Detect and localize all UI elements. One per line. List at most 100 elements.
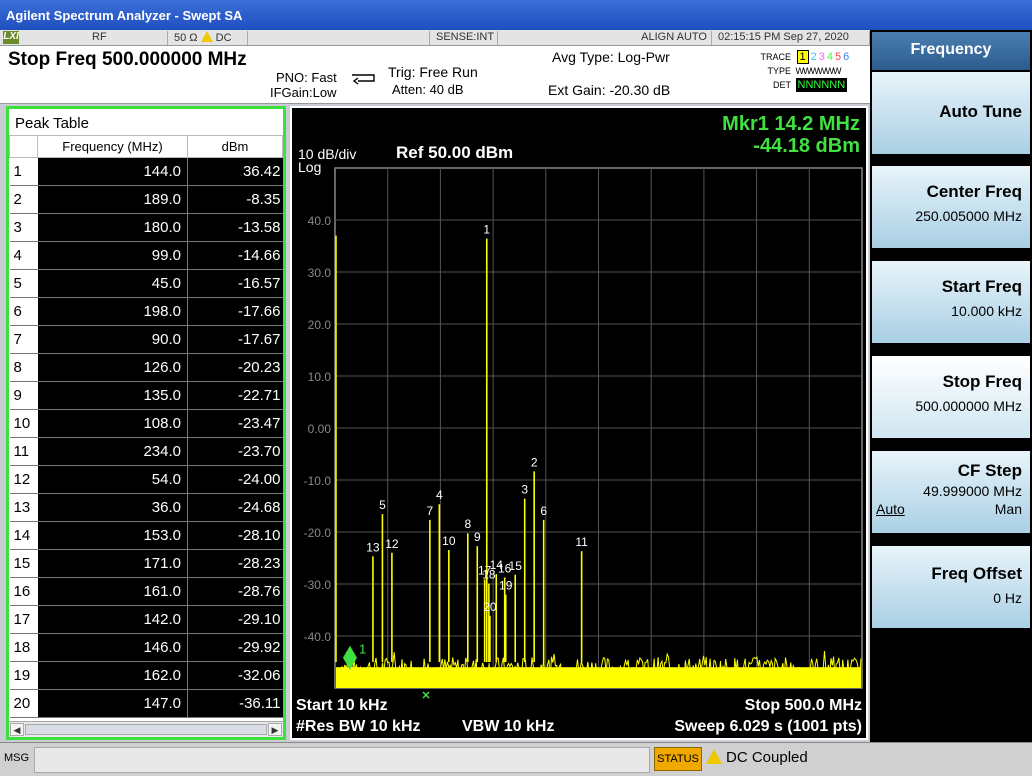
scroll-right-icon[interactable]: ▶ <box>268 723 282 736</box>
strip-blank <box>250 31 430 45</box>
table-row[interactable]: 15 171.0 -28.23 <box>9 549 283 578</box>
scroll-thumb[interactable] <box>25 724 267 735</box>
spectrum-graph[interactable]: 40.0 30.0 20.0 10.0 0.00 -10.0 -20.0 -30.0 -40.0… <box>290 106 868 740</box>
peak-amplitude: -29.92 <box>187 633 283 662</box>
peak-label-3: 3 <box>521 483 528 497</box>
active-function-title: Stop Freq 500.000000 MHz <box>8 49 247 70</box>
table-row[interactable]: 17 142.0 -29.10 <box>9 605 283 634</box>
type-label: TYPE <box>767 66 791 76</box>
peak-frequency: 90.0 <box>37 325 188 354</box>
table-row[interactable]: 8 126.0 -20.23 <box>9 353 283 382</box>
freq-offset-value: 0 Hz <box>993 590 1022 606</box>
table-row[interactable]: 3 180.0 -13.58 <box>9 213 283 242</box>
start-freq-value: 10.000 kHz <box>951 303 1022 319</box>
trace-number-3: 3 <box>818 51 825 63</box>
sense-label: SENSE:INT <box>436 31 495 43</box>
sweep-label: Sweep 6.029 s (1001 pts) <box>674 718 862 735</box>
table-row[interactable]: 5 45.0 -16.57 <box>9 269 283 298</box>
warning-icon <box>706 749 722 764</box>
cf-step-mode: Auto Man <box>872 501 1022 519</box>
align-label: ALIGN AUTO <box>641 31 707 43</box>
table-row[interactable]: 6 198.0 -17.66 <box>9 297 283 326</box>
peak-frequency: 54.0 <box>37 465 188 494</box>
start-freq-label: Start Freq <box>941 277 1022 296</box>
index-header <box>9 135 38 158</box>
horizontal-scrollbar[interactable]: ◀ ▶ <box>9 721 283 737</box>
peak-label-11: 11 <box>575 535 588 549</box>
table-row[interactable]: 18 146.0 -29.92 <box>9 633 283 662</box>
marker-amp-readout: -44.18 dBm <box>753 135 860 157</box>
measurement-header: Stop Freq 500.000000 MHz PNO: Fast IFGai… <box>0 46 870 104</box>
peak-amplitude: -24.00 <box>187 465 283 494</box>
ifgain-label: IFGain:Low <box>270 85 337 100</box>
auto-tune-button[interactable]: Auto Tune <box>872 72 1030 154</box>
peak-index: 14 <box>9 521 38 550</box>
peak-label-13: 13 <box>366 540 380 554</box>
peak-label-10: 10 <box>442 534 456 548</box>
center-freq-label: Center Freq <box>926 182 1022 201</box>
type-value: WWWWWW <box>795 66 842 76</box>
cf-step-man: Man <box>994 501 1022 517</box>
table-row[interactable]: 9 135.0 -22.71 <box>9 381 283 410</box>
table-row[interactable]: 1 144.0 36.42 <box>9 157 283 186</box>
peak-label-9: 9 <box>474 530 481 544</box>
status-button[interactable]: STATUS <box>654 747 702 771</box>
message-bar: MSG STATUS DC Coupled <box>0 742 1032 776</box>
peak-index: 6 <box>9 297 38 326</box>
peak-frequency: 171.0 <box>37 549 188 578</box>
y-tick-label: 20.0 <box>308 318 332 332</box>
center-freq-value: 250.005000 MHz <box>915 208 1022 224</box>
softkey-menu: Frequency Auto Tune Center Freq 250.0050… <box>870 30 1032 742</box>
table-row[interactable]: 7 90.0 -17.67 <box>9 325 283 354</box>
cf-step-button[interactable]: CF Step 49.999000 MHz Auto Man <box>872 451 1030 533</box>
message-box <box>34 747 650 773</box>
peak-frequency: 144.0 <box>37 157 188 186</box>
peak-index: 19 <box>9 661 38 690</box>
status-strip: LXI RF 50 Ω DC SENSE:INT ALIGN AUTO 02:1… <box>0 30 870 46</box>
table-row[interactable]: 11 234.0 -23.70 <box>9 437 283 466</box>
dbm-header: dBm <box>187 135 283 158</box>
peak-frequency: 99.0 <box>37 241 188 270</box>
peak-index: 4 <box>9 241 38 270</box>
trace-number-6: 6 <box>843 51 850 63</box>
trig-label: Trig: Free Run <box>388 64 478 80</box>
table-row[interactable]: 2 189.0 -8.35 <box>9 185 283 214</box>
table-row[interactable]: 14 153.0 -28.10 <box>9 521 283 550</box>
y-tick-label: 0.00 <box>308 422 332 436</box>
peak-table-header: Frequency (MHz) dBm <box>9 135 283 158</box>
stop-freq-button[interactable]: Stop Freq 500.000000 MHz <box>872 356 1030 438</box>
start-freq-label: Start 10 kHz <box>296 697 388 714</box>
table-row[interactable]: 13 36.0 -24.68 <box>9 493 283 522</box>
table-row[interactable]: 4 99.0 -14.66 <box>9 241 283 270</box>
det-label: DET <box>773 80 791 90</box>
peak-index: 5 <box>9 269 38 298</box>
stop-freq-label: Stop Freq <box>942 372 1022 391</box>
auto-tune-label: Auto Tune <box>939 102 1022 121</box>
start-freq-button[interactable]: Start Freq 10.000 kHz <box>872 261 1030 343</box>
scroll-left-icon[interactable]: ◀ <box>10 723 24 736</box>
peak-index: 7 <box>9 325 38 354</box>
ext-gain-label: Ext Gain: -20.30 dB <box>548 82 671 98</box>
window-title: Agilent Spectrum Analyzer - Swept SA <box>0 0 1032 30</box>
peak-frequency: 234.0 <box>37 437 188 466</box>
peak-frequency: 126.0 <box>37 353 188 382</box>
table-row[interactable]: 10 108.0 -23.47 <box>9 409 283 438</box>
peak-frequency: 198.0 <box>37 297 188 326</box>
table-row[interactable]: 20 147.0 -36.11 <box>9 689 283 718</box>
rbw-label: #Res BW 10 kHz <box>296 718 421 735</box>
table-row[interactable]: 16 161.0 -28.76 <box>9 577 283 606</box>
frequency-header: Frequency (MHz) <box>37 135 188 158</box>
peak-index: 10 <box>9 409 38 438</box>
peak-index: 18 <box>9 633 38 662</box>
trace-number-5: 5 <box>835 51 842 63</box>
table-row[interactable]: 12 54.0 -24.00 <box>9 465 283 494</box>
peak-label-19: 19 <box>499 579 513 593</box>
trace-numbers: 123456 <box>796 50 851 64</box>
freq-offset-button[interactable]: Freq Offset 0 Hz <box>872 546 1030 628</box>
table-row[interactable]: 19 162.0 -32.06 <box>9 661 283 690</box>
peak-index: 17 <box>9 605 38 634</box>
center-freq-button[interactable]: Center Freq 250.005000 MHz <box>872 166 1030 248</box>
peak-amplitude: -36.11 <box>187 689 283 718</box>
stop-freq-label: Stop 500.0 MHz <box>745 697 862 714</box>
trace-number-2: 2 <box>810 51 817 63</box>
